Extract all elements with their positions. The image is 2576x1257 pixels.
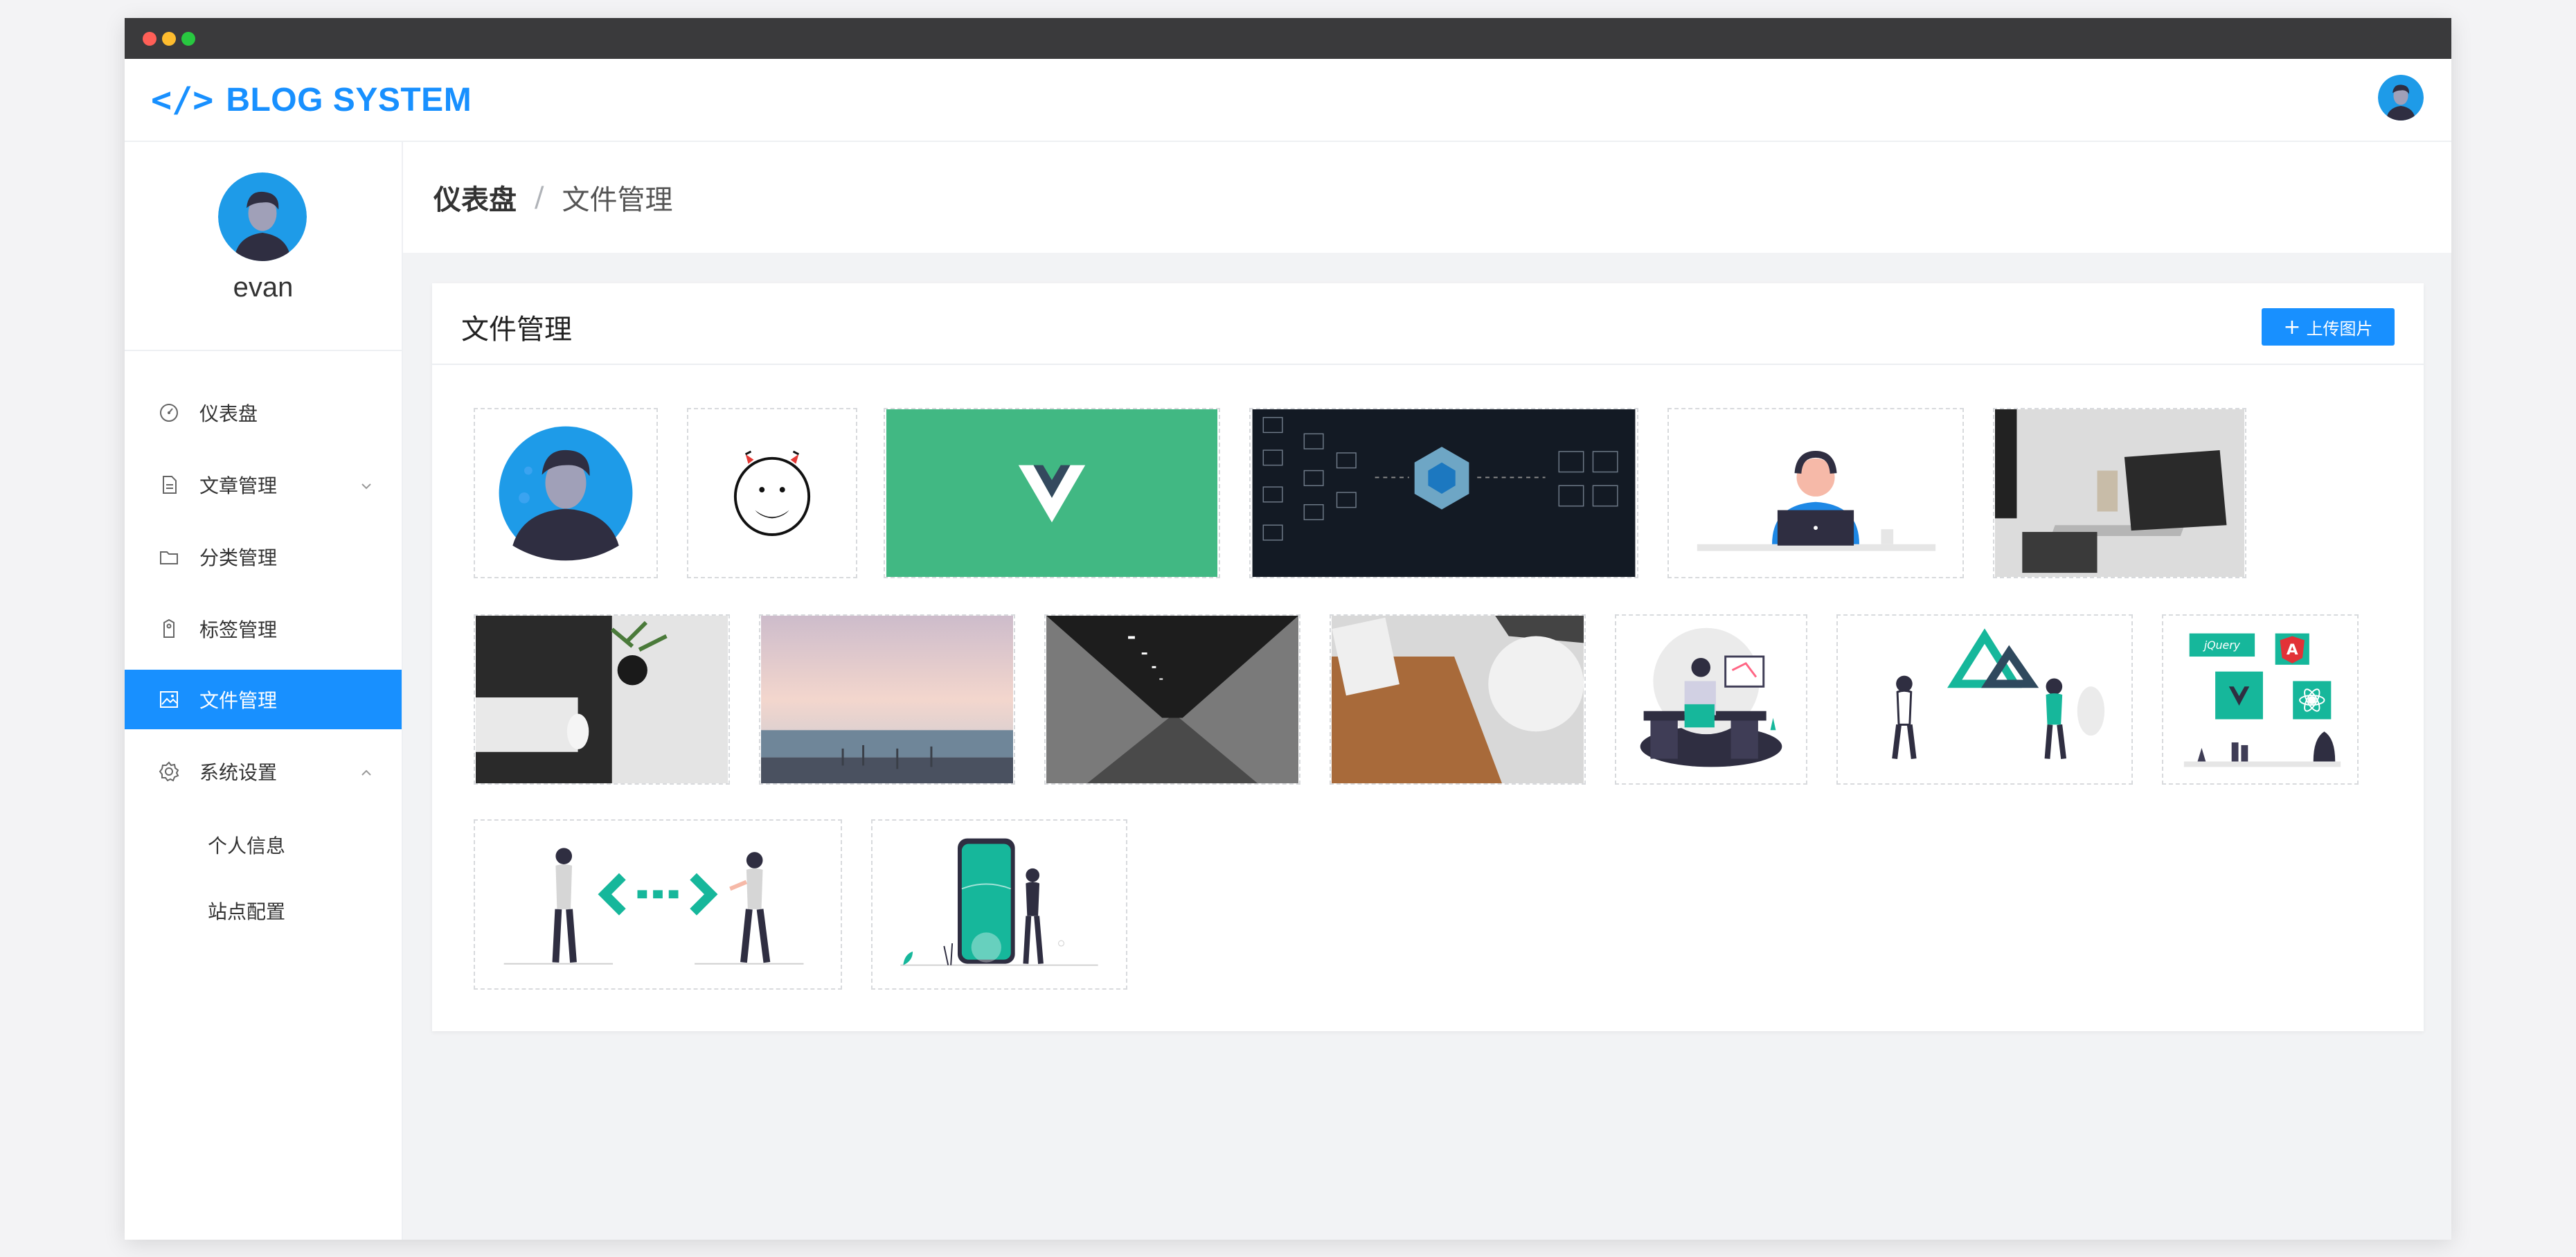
close-window-button[interactable]	[143, 32, 156, 46]
coding-desk-illustration	[1640, 627, 1782, 767]
file-thumbnail[interactable]	[1615, 614, 1807, 785]
card-header: 文件管理 + 上传图片	[432, 283, 2424, 365]
minimize-window-button[interactable]	[162, 32, 176, 46]
file-thumbnail[interactable]	[884, 408, 1220, 578]
folder-icon	[156, 544, 181, 569]
top-navbar: </> BLOG SYSTEM	[125, 59, 2451, 142]
file-manager-card: 文件管理 + 上传图片 jQuery A	[432, 283, 2424, 1031]
doodle-face-image	[733, 450, 811, 536]
sidebar-item-articles[interactable]: 文章管理	[125, 455, 402, 515]
plus-icon: +	[2283, 314, 2301, 339]
username: evan	[233, 272, 294, 303]
laptop-desk-photo	[1994, 409, 2245, 577]
sidebar-item-label: 仪表盘	[199, 402, 258, 425]
sidebar-item-label: 分类管理	[199, 546, 278, 569]
sidebar-item-label: 标签管理	[199, 618, 278, 641]
browser-window: </> BLOG SYSTEM evan 仪表盘 文章管理 分类管理 标签管理 …	[125, 18, 2451, 1240]
user-avatar-menu[interactable]	[2378, 75, 2424, 121]
code-exchange-illustration	[503, 848, 804, 965]
file-thumbnail[interactable]	[1667, 408, 1964, 578]
app-logo[interactable]: </> BLOG SYSTEM	[151, 77, 472, 123]
document-icon	[156, 472, 181, 497]
sidebar-item-label: 文章管理	[199, 474, 278, 497]
upload-image-button[interactable]: + 上传图片	[2262, 308, 2395, 346]
maximize-window-button[interactable]	[181, 32, 195, 46]
app-title: BLOG SYSTEM	[226, 81, 472, 118]
window-titlebar	[125, 18, 2451, 59]
chevron-up-icon	[359, 763, 374, 785]
webpack-diagram-image	[1252, 409, 1636, 577]
svg-text:jQuery: jQuery	[2203, 639, 2241, 652]
sidebar-item-settings[interactable]: 系统设置	[125, 742, 402, 801]
file-thumbnail[interactable]	[474, 614, 730, 785]
leather-notebook-photo	[1332, 616, 1584, 783]
sidebar-item-label: 系统设置	[199, 761, 278, 784]
mobile-app-illustration	[900, 838, 1098, 966]
breadcrumb-current: 文件管理	[562, 184, 673, 216]
sidebar: evan 仪表盘 文章管理 分类管理 标签管理 文件管理 系统设置 个人信息 站…	[125, 142, 403, 1240]
dashboard-icon	[156, 400, 181, 425]
sidebar-item-dashboard[interactable]: 仪表盘	[125, 383, 402, 443]
file-thumbnail[interactable]	[871, 819, 1127, 990]
file-thumbnail[interactable]	[1836, 614, 2133, 785]
code-icon: </>	[151, 80, 214, 120]
main-content: 仪表盘 / 文件管理 文件管理 + 上传图片 jQuery A	[403, 142, 2451, 1240]
upload-button-label: 上传图片	[2306, 319, 2373, 339]
file-thumbnail[interactable]: jQuery A	[2162, 614, 2359, 785]
avatar-image	[499, 426, 633, 561]
svg-text:A: A	[2287, 641, 2298, 659]
sidebar-item-tags[interactable]: 标签管理	[125, 599, 402, 659]
breadcrumb-home[interactable]: 仪表盘	[433, 177, 517, 217]
gear-icon	[156, 759, 181, 784]
developer-illustration-image	[1697, 451, 1936, 551]
image-icon	[156, 687, 181, 712]
beach-sunset-photo	[761, 616, 1013, 783]
file-thumbnail[interactable]	[759, 614, 1015, 785]
breadcrumb-separator: /	[535, 181, 544, 213]
file-thumbnail[interactable]	[1249, 408, 1638, 578]
submenu-item-profile[interactable]: 个人信息	[208, 831, 285, 859]
file-thumbnail[interactable]	[1330, 614, 1586, 785]
avatar[interactable]	[218, 172, 307, 261]
frameworks-illustration: jQuery A	[2183, 633, 2341, 767]
file-thumbnail[interactable]	[687, 408, 857, 578]
sidebar-item-label: 文件管理	[199, 689, 278, 712]
vue-logo-image	[886, 409, 1218, 577]
tunnel-photo	[1046, 616, 1298, 783]
user-profile: evan	[125, 142, 402, 351]
breadcrumb: 仪表盘 / 文件管理	[403, 142, 2451, 253]
chevron-down-icon	[359, 476, 374, 499]
sidebar-item-files[interactable]: 文件管理	[125, 670, 402, 729]
file-thumbnail[interactable]	[1044, 614, 1300, 785]
tag-icon	[156, 616, 181, 641]
file-thumbnail[interactable]	[1993, 408, 2246, 578]
file-thumbnail[interactable]	[474, 408, 658, 578]
sidebar-item-categories[interactable]: 分类管理	[125, 527, 402, 587]
card-title: 文件管理	[461, 314, 572, 346]
file-thumbnail[interactable]	[474, 819, 842, 990]
nuxt-team-illustration	[1892, 628, 2105, 760]
submenu-item-site-config[interactable]: 站点配置	[208, 897, 285, 925]
keyboard-desk-photo	[476, 616, 728, 783]
